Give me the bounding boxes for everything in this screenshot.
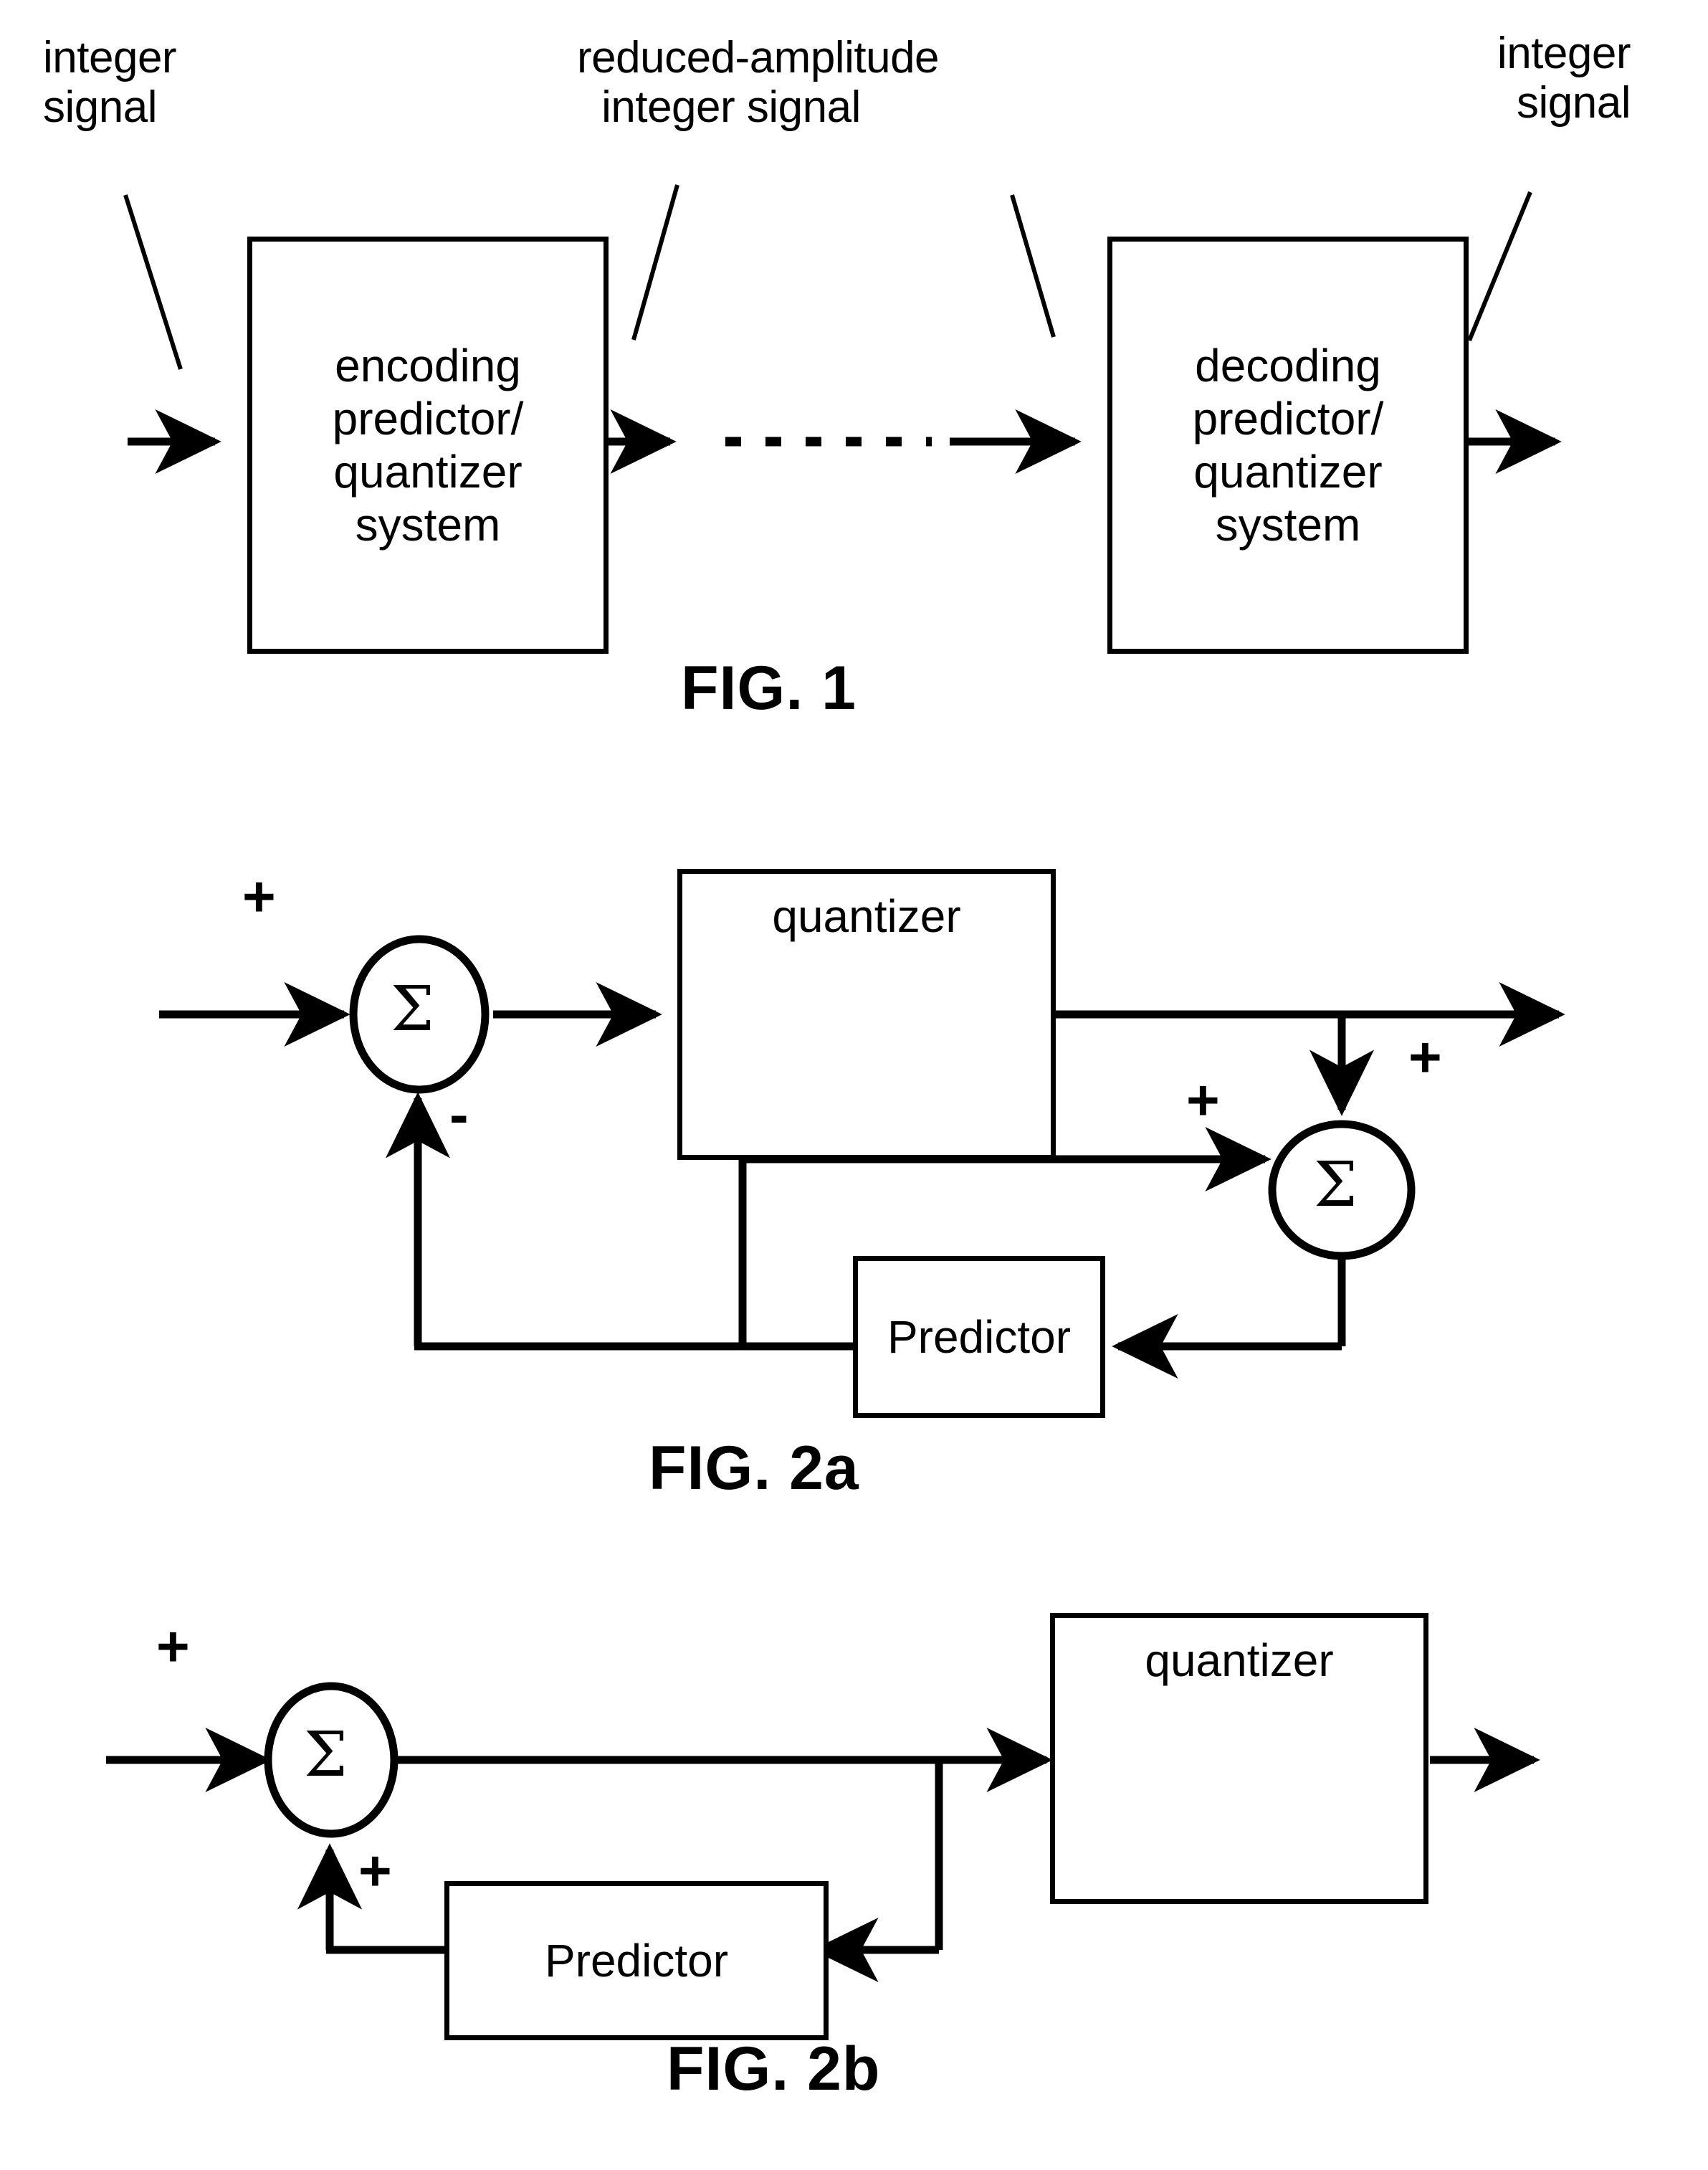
- fig1-encoder-line-2: predictor/: [332, 393, 524, 444]
- fig1-channel-annotation: reduced-amplitude integer signal: [577, 33, 940, 133]
- fig2a-quantizer-block[interactable]: quantizer: [677, 869, 1056, 1160]
- fig1-decoder-block[interactable]: decoding predictor/ quantizer system: [1107, 237, 1469, 654]
- fig2b-predictor-label: Predictor: [544, 1935, 729, 1986]
- fig1-decoder-line-2: predictor/: [1192, 393, 1384, 444]
- fig2b-caption: FIG. 2b: [667, 2035, 881, 2103]
- fig2b-input-plus-sign: +: [156, 1614, 190, 1678]
- fig2b-quantizer-block[interactable]: quantizer: [1050, 1613, 1428, 1904]
- fig2a-adder-2-sigma: Σ: [1314, 1149, 1358, 1221]
- fig2a-predictor-block[interactable]: Predictor: [853, 1256, 1105, 1418]
- fig2a-input-plus-sign: +: [242, 865, 276, 928]
- fig1-decoder-line-1: decoding: [1195, 340, 1381, 391]
- fig1-decoder-line-4: system: [1215, 499, 1361, 551]
- fig2a-prediction-plus-sign: +: [1186, 1068, 1220, 1132]
- patent-figure-sheet: integer signal reduced-amplitude integer…: [0, 0, 1708, 2170]
- fig2b-feedback-plus-sign: +: [358, 1839, 392, 1903]
- fig1-caption: FIG. 1: [681, 654, 857, 723]
- fig2a-feedback-minus-sign: -: [449, 1082, 469, 1146]
- fig2a-predictor-label: Predictor: [887, 1311, 1072, 1363]
- fig2b-adder-1-sigma: Σ: [304, 1719, 348, 1791]
- fig1-encoder-block[interactable]: encoding predictor/ quantizer system: [247, 237, 609, 654]
- fig1-encoder-line-1: encoding: [335, 340, 521, 391]
- fig2a-quantized-plus-sign: +: [1408, 1025, 1442, 1089]
- fig1-output-annotation: integer signal: [1497, 29, 1631, 128]
- fig2a-quantizer-label: quantizer: [772, 890, 961, 942]
- fig1-input-annotation: integer signal: [43, 33, 177, 133]
- fig1-encoder-line-4: system: [355, 499, 501, 551]
- fig2b-quantizer-label: quantizer: [1145, 1634, 1334, 1686]
- fig1-decoder-line-3: quantizer: [1193, 446, 1383, 498]
- fig2b-predictor-block[interactable]: Predictor: [444, 1881, 829, 2040]
- fig1-encoder-line-3: quantizer: [333, 446, 523, 498]
- fig2a-caption: FIG. 2a: [649, 1434, 859, 1503]
- fig2a-adder-1-sigma: Σ: [391, 974, 434, 1045]
